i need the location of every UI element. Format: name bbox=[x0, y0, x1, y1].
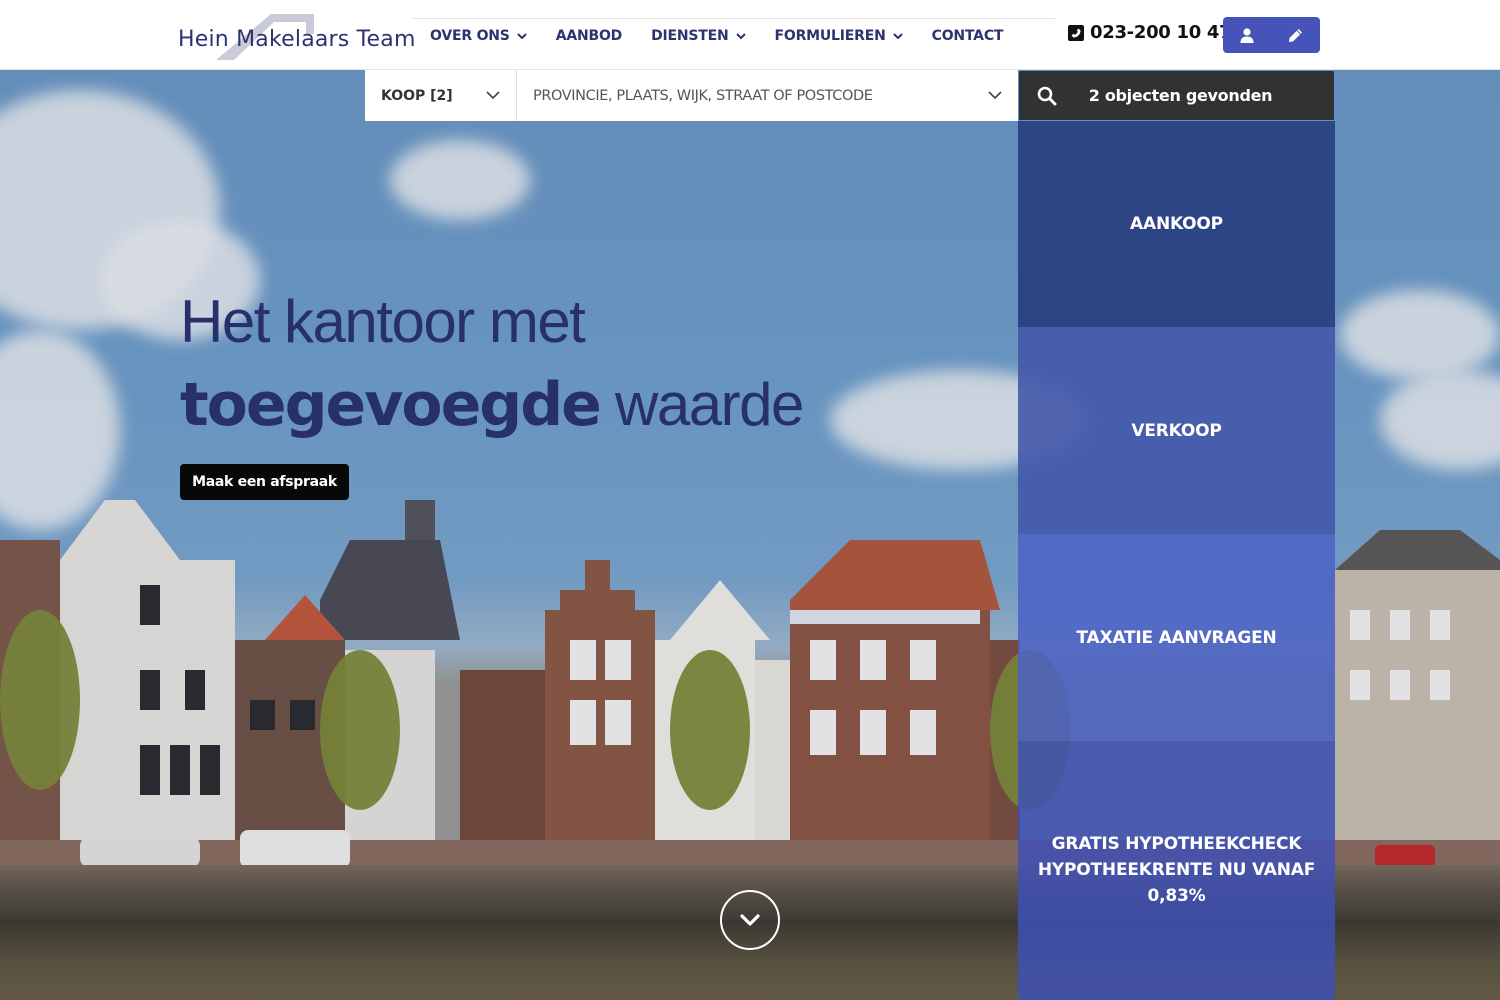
search-results-button[interactable]: 2 objecten gevonden bbox=[1018, 70, 1335, 121]
search-bar: KOOP [2] PROVINCIE, PLAATS, WIJK, STRAAT… bbox=[365, 70, 1018, 121]
tile-label-line: 0,83% bbox=[1147, 886, 1206, 906]
tile-label-line: GRATIS HYPOTHEEKCHECK bbox=[1051, 834, 1302, 854]
chevron-down-icon bbox=[486, 91, 500, 100]
phone-square-icon bbox=[1068, 24, 1084, 41]
location-placeholder: PROVINCIE, PLAATS, WIJK, STRAAT OF POSTC… bbox=[533, 87, 873, 104]
chevron-down-icon bbox=[735, 32, 746, 39]
tile-verkoop[interactable]: VERKOOP bbox=[1018, 327, 1335, 534]
account-button-group bbox=[1223, 17, 1320, 53]
nav-label: FORMULIEREN bbox=[774, 27, 886, 44]
register-button[interactable] bbox=[1272, 17, 1321, 53]
nav-item-contact[interactable]: CONTACT bbox=[932, 28, 1004, 44]
tile-label: GRATIS HYPOTHEEKCHECK HYPOTHEEKRENTE NU … bbox=[1038, 831, 1315, 909]
chevron-down-icon bbox=[740, 914, 760, 926]
nav-item-over-ons[interactable]: OVER ONS bbox=[430, 28, 527, 44]
login-button[interactable] bbox=[1223, 17, 1272, 53]
main-nav: OVER ONS AANBOD DIENSTEN FORMULIEREN CON… bbox=[413, 18, 1055, 52]
nav-label: CONTACT bbox=[931, 27, 1004, 44]
tile-label: TAXATIE AANVRAGEN bbox=[1076, 627, 1277, 648]
nav-label: OVER ONS bbox=[430, 27, 510, 44]
services-panel: AANKOOP VERKOOP TAXATIE AANVRAGEN GRATIS… bbox=[1018, 121, 1335, 1000]
tile-label: AANKOOP bbox=[1130, 214, 1223, 234]
headline-line-1: Het kantoor met bbox=[180, 288, 586, 355]
search-icon bbox=[1037, 86, 1057, 105]
phone-number: 023-200 10 47 bbox=[1090, 22, 1232, 43]
location-select[interactable]: PROVINCIE, PLAATS, WIJK, STRAAT OF POSTC… bbox=[517, 70, 1018, 121]
logo[interactable]: Hein Makelaars Team bbox=[178, 8, 415, 62]
tile-hypotheekcheck[interactable]: GRATIS HYPOTHEEKCHECK HYPOTHEEKRENTE NU … bbox=[1018, 741, 1335, 1000]
nav-label: DIENSTEN bbox=[651, 27, 729, 44]
chevron-down-icon bbox=[988, 91, 1002, 100]
nav-item-diensten[interactable]: DIENSTEN bbox=[651, 27, 746, 44]
listing-type-value: KOOP [2] bbox=[381, 87, 453, 104]
logo-text: Hein Makelaars Team bbox=[178, 27, 416, 52]
hero-headline: Het kantoor met toegevoegde waarde bbox=[180, 284, 804, 450]
headline-line-2: toegevoegde waarde bbox=[180, 360, 804, 450]
tile-label: VERKOOP bbox=[1131, 420, 1222, 441]
tile-aankoop[interactable]: AANKOOP bbox=[1018, 121, 1335, 327]
chevron-down-icon bbox=[516, 32, 527, 39]
nav-item-formulieren[interactable]: FORMULIEREN bbox=[775, 28, 903, 44]
user-icon bbox=[1240, 27, 1254, 43]
phone-link[interactable]: 023-200 10 47 bbox=[1068, 22, 1232, 43]
tile-taxatie-aanvragen[interactable]: TAXATIE AANVRAGEN bbox=[1018, 534, 1335, 741]
pencil-icon bbox=[1289, 28, 1303, 42]
results-count-label: 2 objecten gevonden bbox=[1088, 86, 1273, 105]
scroll-down-button[interactable] bbox=[720, 890, 780, 950]
make-appointment-button[interactable]: Maak een afspraak bbox=[180, 464, 349, 500]
headline-rest: waarde bbox=[599, 371, 804, 438]
site-header: Hein Makelaars Team OVER ONS AANBOD DIEN… bbox=[0, 0, 1500, 70]
headline-bold: toegevoegde bbox=[180, 370, 602, 440]
chevron-down-icon bbox=[892, 32, 903, 39]
nav-label: AANBOD bbox=[555, 27, 623, 44]
nav-item-aanbod[interactable]: AANBOD bbox=[555, 27, 623, 44]
listing-type-select[interactable]: KOOP [2] bbox=[365, 70, 517, 121]
tile-label-line: HYPOTHEEKRENTE NU VANAF bbox=[1037, 860, 1316, 880]
